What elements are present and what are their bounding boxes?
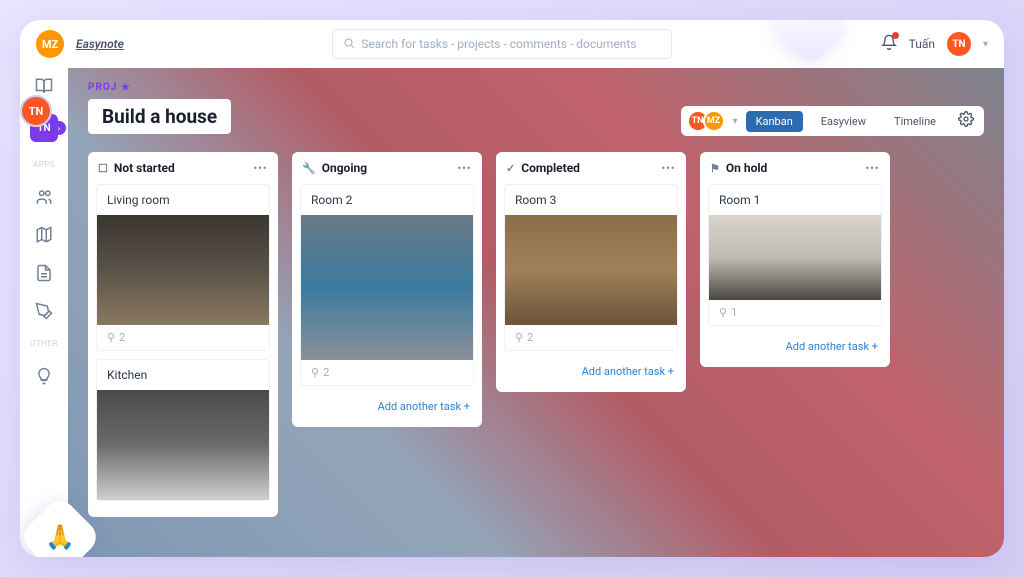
- column-completed: ✓ Completed ⋯ Room 3 ⚲ 2: [496, 152, 686, 517]
- card-attachments: ⚲ 2: [505, 325, 677, 350]
- user-avatar-mz[interactable]: MZ: [36, 30, 64, 58]
- chevron-down-icon[interactable]: ▾: [983, 39, 988, 50]
- column-not-started: ☐ Not started ⋯ Living room ⚲ 2: [88, 152, 278, 517]
- column-title: Completed: [521, 161, 580, 175]
- column-body: Room 2 ⚲ 2 Add another task +: [292, 184, 482, 427]
- column-header[interactable]: ✓ Completed ⋯: [496, 152, 686, 184]
- search-icon: [343, 37, 355, 52]
- hands-icon: 🙏: [45, 523, 75, 551]
- card-image: [97, 390, 269, 500]
- column-header[interactable]: 🔧 Ongoing ⋯: [292, 152, 482, 184]
- member-avatar-mz[interactable]: MZ: [703, 110, 725, 132]
- paperclip-icon: ⚲: [515, 331, 523, 344]
- sidebar-section-other: OTHER: [30, 339, 58, 348]
- square-icon: ☐: [98, 162, 108, 175]
- view-timeline-button[interactable]: Timeline: [884, 111, 946, 132]
- column-menu-icon[interactable]: ⋯: [457, 160, 472, 176]
- card-living-room[interactable]: Living room ⚲ 2: [96, 184, 270, 351]
- app-frame: MZ Easynote Search for tasks - projects …: [20, 20, 1004, 557]
- project-controls: TN MZ ▾ Kanban Easyview Timeline: [681, 106, 984, 136]
- paperclip-icon: ⚲: [719, 306, 727, 319]
- kanban-board: ☐ Not started ⋯ Living room ⚲ 2: [68, 144, 1004, 537]
- column-on-hold: ⚑ On hold ⋯ Room 1 ⚲ 1: [700, 152, 890, 517]
- paperclip-icon: ⚲: [311, 366, 319, 379]
- column-menu-icon[interactable]: ⋯: [865, 160, 880, 176]
- add-task-button[interactable]: Add another task +: [700, 334, 890, 359]
- card-title: Room 1: [709, 185, 881, 215]
- floating-avatar[interactable]: TN: [20, 95, 52, 127]
- notification-button[interactable]: [881, 34, 897, 54]
- map-icon[interactable]: [34, 225, 54, 245]
- chevron-right-icon: ›: [52, 121, 66, 135]
- flag-icon: ⚑: [710, 162, 720, 175]
- column-menu-icon[interactable]: ⋯: [661, 160, 676, 176]
- check-icon: ✓: [506, 162, 515, 175]
- column-body: Room 3 ⚲ 2 Add another task +: [496, 184, 686, 392]
- card-image: [709, 215, 881, 300]
- card-kitchen[interactable]: Kitchen: [96, 359, 270, 501]
- add-task-button[interactable]: Add another task +: [496, 359, 686, 384]
- search-wrap: Search for tasks - projects - comments -…: [136, 29, 869, 59]
- column-menu-icon[interactable]: ⋯: [253, 160, 268, 176]
- column-ongoing: 🔧 Ongoing ⋯ Room 2 ⚲ 2: [292, 152, 482, 517]
- card-room2[interactable]: Room 2 ⚲ 2: [300, 184, 474, 386]
- card-room1[interactable]: Room 1 ⚲ 1: [708, 184, 882, 326]
- card-attachments: ⚲ 1: [709, 300, 881, 325]
- column-header[interactable]: ☐ Not started ⋯: [88, 152, 278, 184]
- document-icon[interactable]: [34, 263, 54, 283]
- search-placeholder: Search for tasks - projects - comments -…: [361, 37, 636, 51]
- view-easyview-button[interactable]: Easyview: [811, 111, 876, 132]
- column-body: Living room ⚲ 2 Kitchen: [88, 184, 278, 517]
- project-title[interactable]: Build a house: [88, 99, 231, 134]
- user-avatar-tn[interactable]: TN: [947, 32, 971, 56]
- card-room3[interactable]: Room 3 ⚲ 2: [504, 184, 678, 351]
- column-header[interactable]: ⚑ On hold ⋯: [700, 152, 890, 184]
- column-title: On hold: [726, 161, 767, 175]
- sidebar: TN › APPS OTHER: [20, 68, 68, 557]
- wrench-icon: 🔧: [302, 162, 316, 175]
- user-name-label: Tuấn: [909, 37, 935, 51]
- search-input[interactable]: Search for tasks - projects - comments -…: [332, 29, 672, 59]
- book-icon[interactable]: [34, 76, 54, 96]
- column-title: Ongoing: [322, 161, 367, 175]
- people-icon[interactable]: [34, 187, 54, 207]
- project-tag: PROJ ★: [88, 82, 984, 93]
- app-logo[interactable]: Easynote: [76, 37, 124, 51]
- pen-icon[interactable]: [34, 301, 54, 321]
- add-task-button[interactable]: Add another task +: [292, 394, 482, 419]
- card-image: [301, 215, 473, 360]
- card-image: [505, 215, 677, 325]
- card-title: Kitchen: [97, 360, 269, 390]
- card-attachments: ⚲ 2: [97, 325, 269, 350]
- lightbulb-icon[interactable]: [34, 366, 54, 386]
- column-body: Room 1 ⚲ 1 Add another task +: [700, 184, 890, 367]
- topbar: MZ Easynote Search for tasks - projects …: [20, 20, 1004, 68]
- card-image: [97, 215, 269, 325]
- column-title: Not started: [114, 161, 175, 175]
- paperclip-icon: ⚲: [107, 331, 115, 344]
- card-title: Room 3: [505, 185, 677, 215]
- settings-button[interactable]: [954, 111, 978, 131]
- members-chevron-icon[interactable]: ▾: [733, 116, 738, 127]
- card-title: Living room: [97, 185, 269, 215]
- view-kanban-button[interactable]: Kanban: [746, 111, 803, 132]
- sidebar-section-apps: APPS: [33, 160, 55, 169]
- notification-dot-icon: [892, 32, 899, 39]
- card-attachments: ⚲ 2: [301, 360, 473, 385]
- card-title: Room 2: [301, 185, 473, 215]
- main-row: TN › APPS OTHER PROJ ★ B: [20, 68, 1004, 557]
- content-area: PROJ ★ Build a house TN MZ ▾ Kanban Easy…: [68, 68, 1004, 557]
